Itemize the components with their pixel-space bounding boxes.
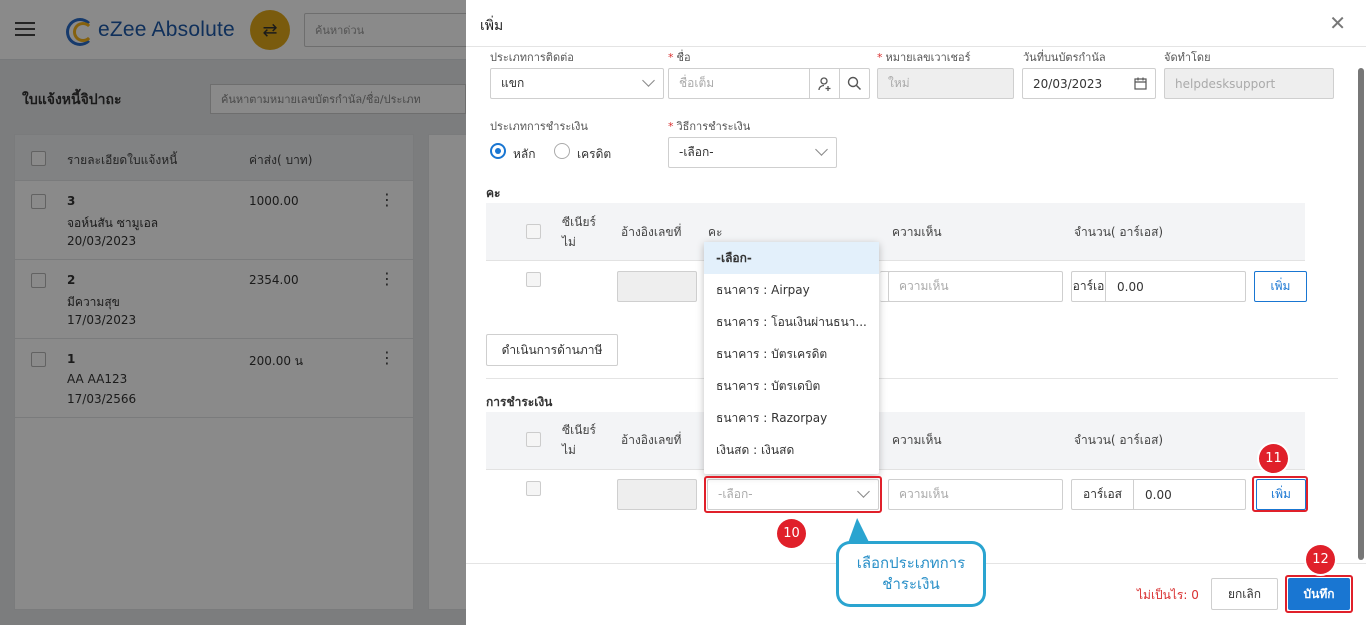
instruction-callout: เลือกประเภทการชำระเงิน <box>836 541 986 607</box>
contact-type-value: แขก <box>501 76 525 90</box>
payment-currency: อาร์เอส <box>1072 480 1134 509</box>
prepared-by-value: helpdesksupport <box>1175 76 1276 91</box>
callout-line2: ชำระเงิน <box>882 575 940 593</box>
callout-line1: เลือกประเภทการ <box>856 554 966 572</box>
payment-select-placeholder: -เลือก- <box>718 487 753 501</box>
charge-amount-value: 0.00 <box>1117 279 1144 294</box>
charge-amount-input[interactable]: อาร์เอ 0.00 <box>1071 271 1246 302</box>
payment-type-label: ประเภทการชำระเงิน <box>490 120 588 133</box>
radio-credit-label: เครดิต <box>577 147 612 161</box>
charge-row-checkbox[interactable] <box>526 272 541 287</box>
chevron-down-icon <box>642 74 655 87</box>
step-marker: 10 <box>777 519 806 548</box>
payment-table-header: ซีเนียร์ ไม่ อ้างอิงเลขที่ ความเห็น จำนว… <box>486 412 1305 470</box>
close-icon[interactable]: ✕ <box>1329 13 1346 33</box>
radio-main[interactable] <box>490 143 506 159</box>
payment-method-value: -เลือก- <box>679 145 714 159</box>
payment-ref-input[interactable] <box>617 479 697 510</box>
tax-button[interactable]: ดำเนินการด้านภาษี <box>486 334 618 366</box>
chevron-down-icon <box>815 143 828 156</box>
payment-method-select[interactable]: -เลือก- <box>668 137 837 168</box>
payment-col-ref: อ้างอิงเลขที่ <box>621 433 682 447</box>
charge-currency: อาร์เอ <box>1072 272 1106 301</box>
name-label: * ชื่อ <box>668 51 691 64</box>
payment-col-amount: จำนวน( อาร์เอส) <box>1074 433 1164 447</box>
save-button[interactable]: บันทึก <box>1288 578 1350 610</box>
name-input[interactable]: ชื่อเต็ม <box>668 68 870 99</box>
modal-header: เพิ่ม ✕ <box>466 0 1366 47</box>
payment-col-cb2: ไม่ <box>562 443 576 457</box>
charge-comment-input[interactable]: ความเห็น <box>888 271 1063 302</box>
step-marker: 12 <box>1306 545 1335 574</box>
voucher-date-value: 20/03/2023 <box>1033 76 1103 91</box>
dropdown-option[interactable]: ธนาคาร : โอนเงินผ่านธนา... <box>704 306 879 338</box>
unpaid-amount: ไม่เป็นไร: 0 <box>1137 588 1199 602</box>
voucher-date-input[interactable]: 20/03/2023 <box>1022 68 1156 99</box>
payment-comment-placeholder: ความเห็น <box>899 487 949 501</box>
payment-amount-input[interactable]: อาร์เอส 0.00 <box>1071 479 1246 510</box>
voucher-date-label: วันที่บนบัตรกำนัล <box>1023 51 1106 64</box>
payment-select-all-checkbox[interactable] <box>526 432 541 447</box>
payment-comment-input[interactable]: ความเห็น <box>888 479 1063 510</box>
charge-ref-input[interactable] <box>617 271 697 302</box>
modal-title: เพิ่ม <box>480 18 504 34</box>
search-icon[interactable] <box>839 69 869 98</box>
charges-col-cb: ซีเนียร์ <box>562 215 596 229</box>
section-divider <box>486 378 1338 379</box>
dropdown-option[interactable]: ธนาคาร : Airpay <box>704 274 879 306</box>
voucher-no-input: ใหม่ <box>877 68 1014 99</box>
add-person-icon[interactable] <box>809 69 839 98</box>
payment-col-comment: ความเห็น <box>892 433 942 447</box>
charges-col-charge: คะ <box>708 225 723 239</box>
payment-amount-value: 0.00 <box>1145 487 1172 502</box>
payment-col-cb: ซีเนียร์ <box>562 423 596 437</box>
calendar-icon[interactable] <box>1134 77 1147 93</box>
dropdown-option[interactable]: เงินสด : เงินสด <box>704 434 879 466</box>
charges-select-all-checkbox[interactable] <box>526 224 541 239</box>
charges-col-comment: ความเห็น <box>892 225 942 239</box>
charges-col-amount: จำนวน( อาร์เอส) <box>1074 225 1164 239</box>
charges-col-cb2: ไม่ <box>562 235 576 249</box>
add-charge-button[interactable]: เพิ่ม <box>1254 271 1307 302</box>
contact-type-label: ประเภทการติดต่อ <box>490 51 574 64</box>
radio-credit[interactable] <box>554 143 570 159</box>
radio-main-label: หลัก <box>513 147 536 161</box>
name-placeholder: ชื่อเต็ม <box>679 76 715 90</box>
dropdown-option[interactable]: ธนาคาร : บัตรเครดิต <box>704 338 879 370</box>
callout-text: เลือกประเภทการชำระเงิน <box>839 544 983 604</box>
payment-method-label: * วิธีการชำระเงิน <box>668 120 751 133</box>
payment-row-checkbox[interactable] <box>526 481 541 496</box>
add-invoice-modal: เพิ่ม ✕ ประเภทการติดต่อ แขก * ชื่อ ชื่อเต… <box>466 0 1366 625</box>
charges-section-title: คะ <box>486 186 501 200</box>
modal-backdrop[interactable] <box>0 0 466 625</box>
payment-method-row-select[interactable]: -เลือก- <box>707 479 879 510</box>
charges-col-ref: อ้างอิงเลขที่ <box>621 225 682 239</box>
dropdown-option[interactable]: -เลือก- <box>704 242 879 274</box>
dropdown-option[interactable]: ธนาคาร : บัตรเดบิต <box>704 370 879 402</box>
prepared-by-input: helpdesksupport <box>1164 68 1334 99</box>
voucher-no-placeholder: ใหม่ <box>888 76 910 90</box>
payment-section-title: การชำระเงิน <box>486 395 553 409</box>
payment-method-dropdown: -เลือก- ธนาคาร : Airpay ธนาคาร : โอนเงิน… <box>704 242 879 474</box>
prepared-by-label: จัดทำโดย <box>1164 51 1211 64</box>
cancel-button[interactable]: ยกเลิก <box>1211 578 1278 610</box>
contact-type-select[interactable]: แขก <box>490 68 664 99</box>
add-payment-button[interactable]: เพิ่ม <box>1256 479 1306 510</box>
dropdown-option[interactable]: ธนาคาร : Razorpay <box>704 402 879 434</box>
step-marker: 11 <box>1259 444 1288 473</box>
chevron-down-icon <box>857 485 870 498</box>
voucher-no-label: * หมายเลขเวาเชอร์ <box>877 51 971 64</box>
modal-scrollbar[interactable] <box>1358 68 1364 560</box>
charges-table-header: ซีเนียร์ ไม่ อ้างอิงเลขที่ คะ ความเห็น จ… <box>486 203 1305 261</box>
charge-comment-placeholder: ความเห็น <box>899 279 949 293</box>
